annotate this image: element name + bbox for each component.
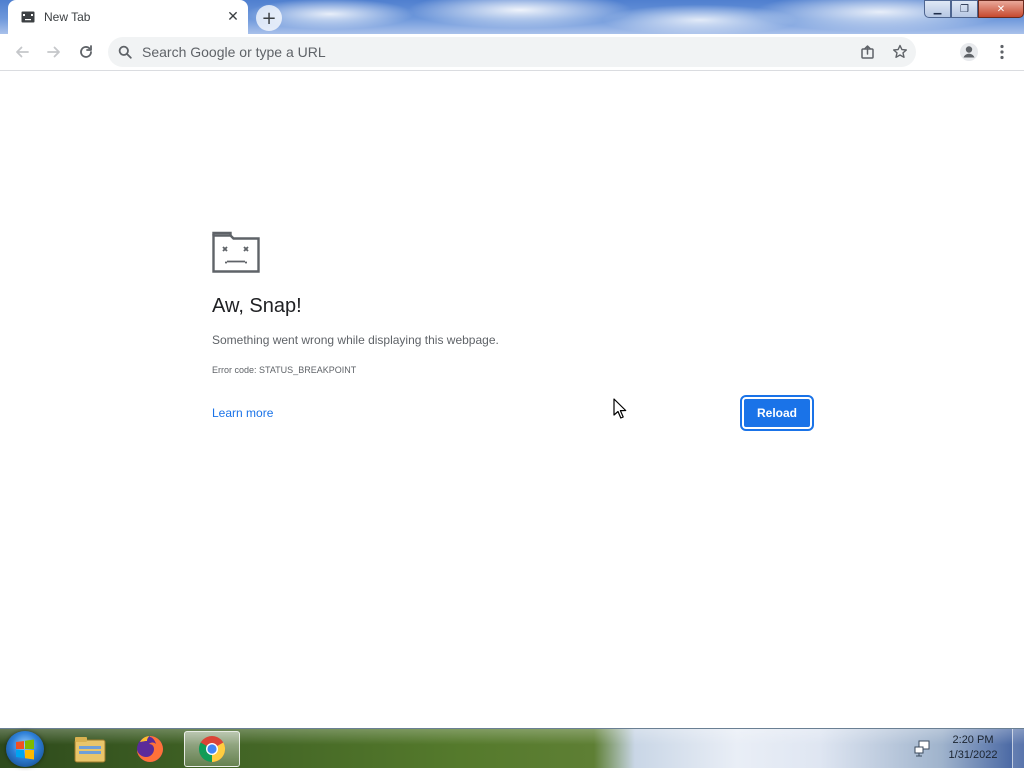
star-icon[interactable]	[884, 37, 916, 67]
chrome-icon[interactable]	[184, 731, 240, 767]
sad-tab-icon	[212, 231, 260, 273]
back-button[interactable]	[8, 38, 36, 66]
tab-new-tab[interactable]: New Tab ✕	[8, 0, 248, 34]
new-tab-button[interactable]: +	[256, 5, 282, 31]
minimize-button[interactable]: ▁	[924, 0, 951, 18]
profile-icon	[960, 43, 978, 61]
forward-arrow-icon	[47, 46, 60, 58]
error-page: Aw, Snap! Something went wrong while dis…	[0, 71, 1024, 728]
reload-page-button[interactable]: Reload	[740, 395, 814, 431]
error-code: Error code: STATUS_BREAKPOINT	[212, 365, 357, 375]
network-icon[interactable]	[914, 739, 932, 757]
tab-title: New Tab	[44, 10, 91, 24]
menu-button[interactable]	[988, 38, 1016, 66]
sad-tab-favicon-icon	[20, 9, 36, 25]
clock-date: 1/31/2022	[948, 749, 998, 761]
share-icon[interactable]	[852, 37, 884, 67]
clock-time: 2:20 PM	[952, 734, 994, 746]
window-controls: ▁ ❐ ✕	[924, 0, 1024, 20]
file-explorer-icon[interactable]	[62, 731, 118, 767]
error-title: Aw, Snap!	[212, 295, 302, 317]
learn-more-link[interactable]: Learn more	[212, 406, 273, 420]
firefox-icon[interactable]	[122, 731, 178, 767]
tab-close-icon[interactable]: ✕	[224, 8, 242, 26]
profile-button[interactable]	[955, 38, 983, 66]
windows-start-icon[interactable]	[6, 731, 44, 767]
restore-button[interactable]: ❐	[951, 0, 978, 18]
browser-title-bar: New Tab ✕ + ▁ ❐ ✕	[0, 0, 1024, 34]
mouse-cursor-icon	[613, 398, 627, 419]
reload-button[interactable]	[72, 38, 100, 66]
browser-toolbar	[0, 34, 1024, 71]
reload-icon	[80, 45, 92, 58]
menu-kebab-icon	[1000, 44, 1004, 60]
close-window-button[interactable]: ✕	[978, 0, 1024, 18]
system-clock[interactable]: 2:20 PM 1/31/2022	[940, 733, 1006, 763]
search-icon	[108, 37, 142, 67]
address-input[interactable]	[142, 44, 852, 60]
windows-taskbar: 2:20 PM 1/31/2022	[0, 728, 1024, 769]
show-desktop-button[interactable]	[1012, 729, 1024, 769]
back-arrow-icon	[16, 46, 29, 58]
omnibox[interactable]	[108, 37, 916, 67]
error-description: Something went wrong while displaying th…	[212, 333, 499, 347]
forward-button[interactable]	[40, 38, 68, 66]
